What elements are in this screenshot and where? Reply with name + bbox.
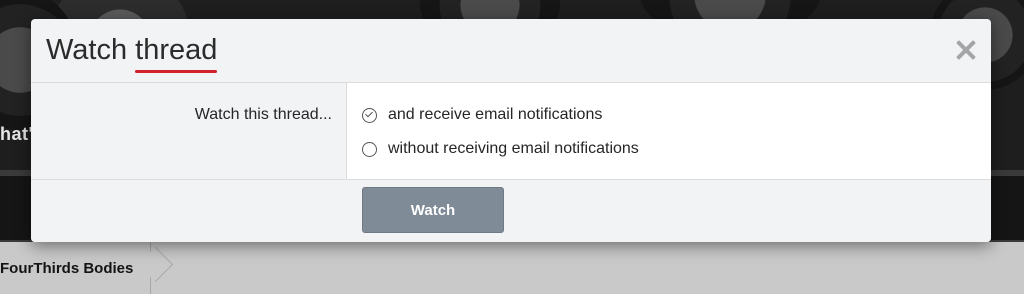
watch-options-label: Watch this thread...: [194, 106, 332, 123]
dialog-title-prefix: Watch: [46, 34, 136, 66]
option-receive-email[interactable]: and receive email notifications: [362, 105, 602, 125]
watch-options-row: Watch this thread... and receive email n…: [31, 83, 991, 180]
form-input-cell: and receive email notifications without …: [347, 83, 991, 179]
watch-button[interactable]: Watch: [362, 187, 504, 233]
watch-thread-dialog: Watch thread Watch this thread... and re…: [31, 19, 991, 242]
form-label-cell: Watch this thread...: [31, 83, 347, 179]
spellcheck-underline: [135, 70, 218, 73]
option-no-email-label[interactable]: without receiving email notifications: [388, 140, 639, 158]
dialog-title: Watch thread: [46, 34, 218, 73]
breadcrumb-item-label: FourThirds Bodies: [0, 260, 134, 277]
close-icon[interactable]: [955, 39, 977, 61]
page: hat's FourThirds Bodies Watch thread Wat…: [0, 0, 1024, 294]
option-no-email[interactable]: without receiving email notifications: [362, 139, 639, 159]
radio-checked-icon[interactable]: [362, 107, 377, 123]
dialog-title-highlight: thread: [135, 34, 218, 73]
dialog-header: Watch thread: [31, 19, 991, 83]
breadcrumb: FourThirds Bodies: [0, 242, 1024, 294]
radio-unchecked-icon[interactable]: [362, 141, 377, 157]
dialog-title-highlight-text: thread: [135, 34, 218, 66]
option-receive-email-label[interactable]: and receive email notifications: [388, 106, 602, 124]
breadcrumb-item[interactable]: FourThirds Bodies: [0, 242, 151, 294]
dialog-footer: Watch: [31, 180, 991, 242]
